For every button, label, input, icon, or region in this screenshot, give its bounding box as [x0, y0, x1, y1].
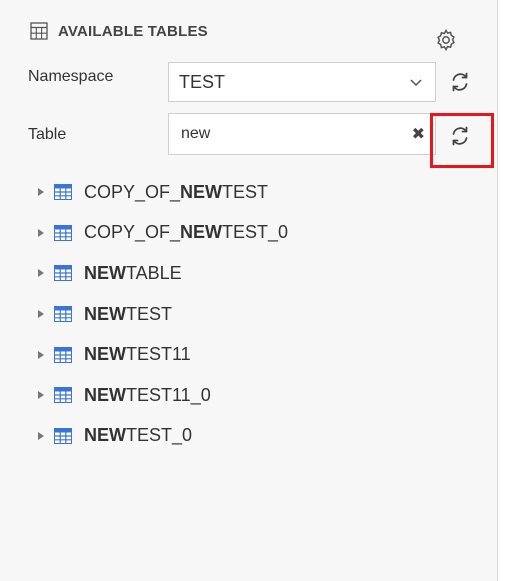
namespace-value: TEST — [179, 71, 226, 92]
table-grid-icon — [30, 22, 48, 40]
available-tables-panel: AVAILABLE TABLES Namespace TEST Table ✖ — [0, 0, 498, 581]
table-search-field[interactable]: ✖ — [168, 113, 436, 155]
tree-item[interactable]: NEWTEST_0 — [36, 416, 476, 457]
table-label: Table — [28, 126, 67, 143]
tree-item[interactable]: NEWTEST11 — [36, 334, 476, 375]
tree-item-label: NEWTEST — [84, 303, 173, 324]
namespace-select[interactable]: TEST — [168, 62, 436, 102]
caret-right-icon[interactable] — [36, 350, 46, 360]
table-icon — [54, 346, 72, 363]
table-search-input[interactable] — [179, 118, 412, 150]
panel-title: AVAILABLE TABLES — [58, 22, 208, 40]
table-icon — [54, 427, 72, 444]
table-icon — [54, 387, 72, 404]
tree-item-label: NEWTEST11 — [84, 344, 191, 365]
tree-item-label: NEWTABLE — [84, 262, 182, 283]
caret-right-icon[interactable] — [36, 309, 46, 319]
panel-header: AVAILABLE TABLES — [30, 20, 208, 42]
caret-right-icon[interactable] — [36, 228, 46, 238]
tree-item[interactable]: COPY_OF_NEWTEST — [36, 172, 476, 213]
table-tree: COPY_OF_NEWTEST COPY_OF_NEWTEST_0 NEWTABLE… — [36, 172, 476, 456]
tree-item-label: NEWTEST_0 — [84, 425, 193, 446]
tree-item[interactable]: COPY_OF_NEWTEST_0 — [36, 213, 476, 254]
tree-item-label: COPY_OF_NEWTEST_0 — [84, 222, 289, 243]
gear-icon[interactable] — [434, 28, 458, 52]
caret-right-icon[interactable] — [36, 390, 46, 400]
right-edge-strip — [498, 0, 510, 581]
clear-icon[interactable]: ✖ — [412, 124, 425, 144]
caret-right-icon[interactable] — [36, 431, 46, 441]
tree-item[interactable]: NEWTEST — [36, 294, 476, 335]
table-icon — [54, 265, 72, 282]
table-icon — [54, 184, 72, 201]
caret-right-icon[interactable] — [36, 187, 46, 197]
refresh-highlight-box — [430, 113, 494, 168]
tree-item-label: COPY_OF_NEWTEST — [84, 181, 269, 202]
tree-item[interactable]: NEWTABLE — [36, 253, 476, 294]
caret-right-icon[interactable] — [36, 268, 46, 278]
tree-item[interactable]: NEWTEST11_0 — [36, 375, 476, 416]
namespace-refresh-icon[interactable] — [448, 70, 472, 94]
chevron-down-icon — [410, 79, 422, 87]
table-icon — [54, 306, 72, 323]
tree-item-label: NEWTEST11_0 — [84, 384, 211, 405]
table-icon — [54, 224, 72, 241]
namespace-label: Namespace — [28, 68, 114, 85]
